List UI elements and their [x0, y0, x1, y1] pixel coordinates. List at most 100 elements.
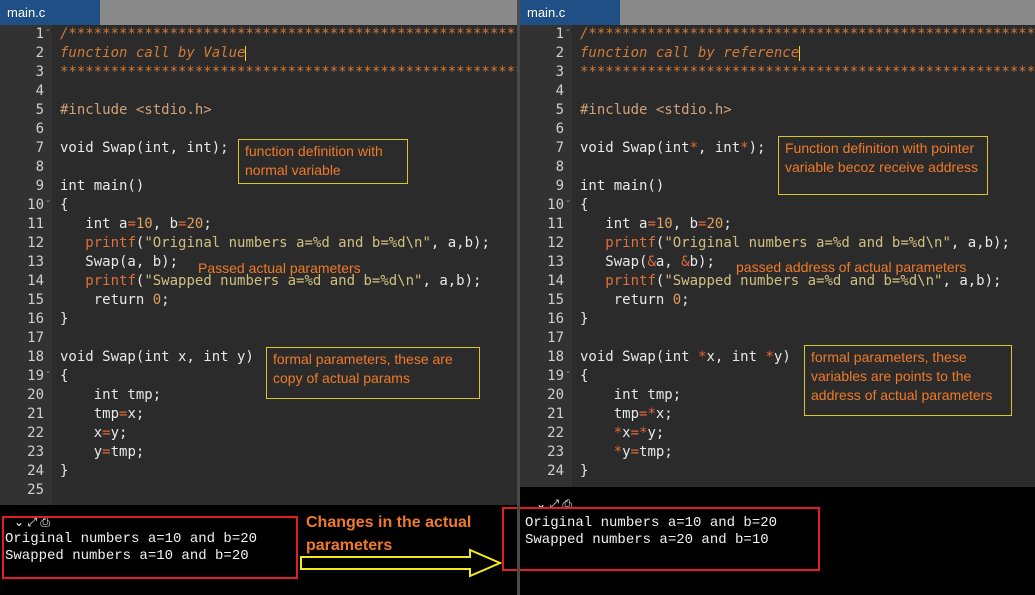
code-text: } [580, 463, 589, 479]
line-number: 18 [547, 349, 564, 365]
code-text: ****************************************… [580, 64, 1035, 80]
tab-main-c[interactable]: main.c [0, 0, 100, 25]
code-line[interactable]: 1 ˇ /*************************************… [0, 25, 517, 44]
code-line[interactable]: 2 function call by reference [520, 44, 1035, 63]
line-number: 17 [547, 330, 564, 346]
code-text: /***************************************… [60, 26, 516, 42]
code-line[interactable]: 10 ˇ { [0, 196, 517, 215]
annotation-passed-parameters: Passed actual parameters [198, 260, 361, 276]
code-line[interactable]: 12 printf("Original numbers a=%d and b=%… [0, 234, 517, 253]
code-text: { [60, 197, 69, 213]
code-text: printf("Original numbers a=%d and b=%d\n… [605, 235, 1010, 251]
line-number: 6 [555, 121, 564, 137]
code-text: tmp=x; [60, 406, 145, 422]
code-line[interactable]: 5 #include <stdio.h> [0, 101, 517, 120]
line-number: 2 [35, 45, 44, 61]
code-line[interactable]: 2 function call by Value [0, 44, 517, 63]
code-line[interactable]: 16} [0, 310, 517, 329]
pane-divider[interactable] [517, 0, 520, 595]
code-text: } [60, 311, 69, 327]
line-number: 20 [547, 387, 564, 403]
line-number: 24 [27, 463, 44, 479]
line-number: 1 [35, 26, 44, 42]
code-text: int a=10, b=20; [60, 216, 212, 232]
code-line[interactable]: 12 printf("Original numbers a=%d and b=%… [520, 234, 1035, 253]
line-number: 16 [547, 311, 564, 327]
fold-toggle-icon[interactable]: ˇ [45, 196, 51, 215]
line-number: 20 [27, 387, 44, 403]
line-number: 12 [547, 235, 564, 251]
code-editor[interactable]: 1 ˇ/*************************************… [520, 25, 1035, 487]
line-number: 12 [27, 235, 44, 251]
code-line[interactable]: 22 x=y; [0, 424, 517, 443]
code-line[interactable]: 21 tmp=x; [0, 405, 517, 424]
code-line[interactable]: 3 ***************************************… [520, 63, 1035, 82]
line-number: 21 [27, 406, 44, 422]
annotation-passed-parameters: passed address of actual parameters [736, 259, 967, 275]
code-line[interactable]: 22 *x=*y; [520, 424, 1035, 443]
code-text: x=y; [60, 425, 128, 441]
fold-toggle-icon[interactable]: ˇ [45, 367, 51, 386]
line-number: 15 [547, 292, 564, 308]
line-number: 1 [555, 26, 564, 42]
code-line[interactable]: 6 [0, 120, 517, 139]
fold-toggle-icon[interactable]: ˇ [565, 367, 571, 386]
code-text: int tmp; [580, 387, 682, 403]
line-number: 4 [35, 83, 44, 99]
code-line[interactable]: 11 int a=10, b=20; [0, 215, 517, 234]
code-line[interactable]: 23 *y=tmp; [520, 443, 1035, 462]
code-text: void Swap(int, int); [60, 140, 229, 156]
code-line[interactable]: 24} [0, 462, 517, 481]
line-number: 2 [555, 45, 564, 61]
code-text: { [580, 368, 589, 384]
code-line[interactable]: 5 #include <stdio.h> [520, 101, 1035, 120]
annotation-function-definition: function definition with normal variable [238, 139, 408, 184]
code-line[interactable]: 1 ˇ /*************************************… [520, 25, 1035, 44]
line-number: 10 [547, 197, 564, 213]
code-text: Swap(a, b); [60, 254, 179, 270]
code-text: return 0; [60, 292, 170, 308]
code-text: ****************************************… [60, 64, 517, 80]
code-text: int main() [60, 178, 145, 194]
code-text: function call by reference [580, 45, 801, 61]
tab-main-c[interactable]: main.c [520, 0, 620, 25]
line-number: 23 [27, 444, 44, 460]
fold-toggle-icon[interactable]: ˇ [45, 25, 51, 44]
line-number: 22 [547, 425, 564, 441]
line-number: 11 [27, 216, 44, 232]
line-number: 14 [547, 273, 564, 289]
fold-toggle-icon[interactable]: ˇ [565, 196, 571, 215]
code-text: int tmp; [60, 387, 162, 403]
code-line[interactable]: 3 ***************************************… [0, 63, 517, 82]
code-text: printf("Original numbers a=%d and b=%d\n… [85, 235, 490, 251]
left-pane: main.c 1 ˇ/******************************… [0, 0, 517, 595]
code-text: tmp=*x; [580, 406, 673, 422]
line-number: 7 [555, 140, 564, 156]
tab-bar: main.c [520, 0, 1035, 25]
line-number: 8 [35, 159, 44, 175]
code-text: } [60, 463, 69, 479]
fold-toggle-icon[interactable]: ˇ [565, 25, 571, 44]
code-line[interactable]: 16} [520, 310, 1035, 329]
code-line[interactable]: 15 return 0; [0, 291, 517, 310]
code-line[interactable]: 24} [520, 462, 1035, 481]
line-number: 3 [35, 64, 44, 80]
output-highlight-box [2, 516, 298, 579]
arrow-icon [300, 548, 502, 578]
code-text: /***************************************… [580, 26, 1035, 42]
code-line[interactable]: 4 [0, 82, 517, 101]
code-line[interactable]: 25 [0, 481, 517, 500]
code-line[interactable]: 17 [0, 329, 517, 348]
code-line[interactable]: 15 return 0; [520, 291, 1035, 310]
code-line[interactable]: 11 int a=10, b=20; [520, 215, 1035, 234]
line-number: 14 [27, 273, 44, 289]
line-number: 13 [27, 254, 44, 270]
code-text: *x=*y; [613, 425, 665, 441]
code-text: void Swap(int*, int*); [580, 140, 766, 156]
line-number: 17 [27, 330, 44, 346]
code-line[interactable]: 10 ˇ { [520, 196, 1035, 215]
code-line[interactable]: 4 [520, 82, 1035, 101]
code-line[interactable]: 23 y=tmp; [0, 443, 517, 462]
line-number: 6 [35, 121, 44, 137]
code-text: return 0; [580, 292, 690, 308]
